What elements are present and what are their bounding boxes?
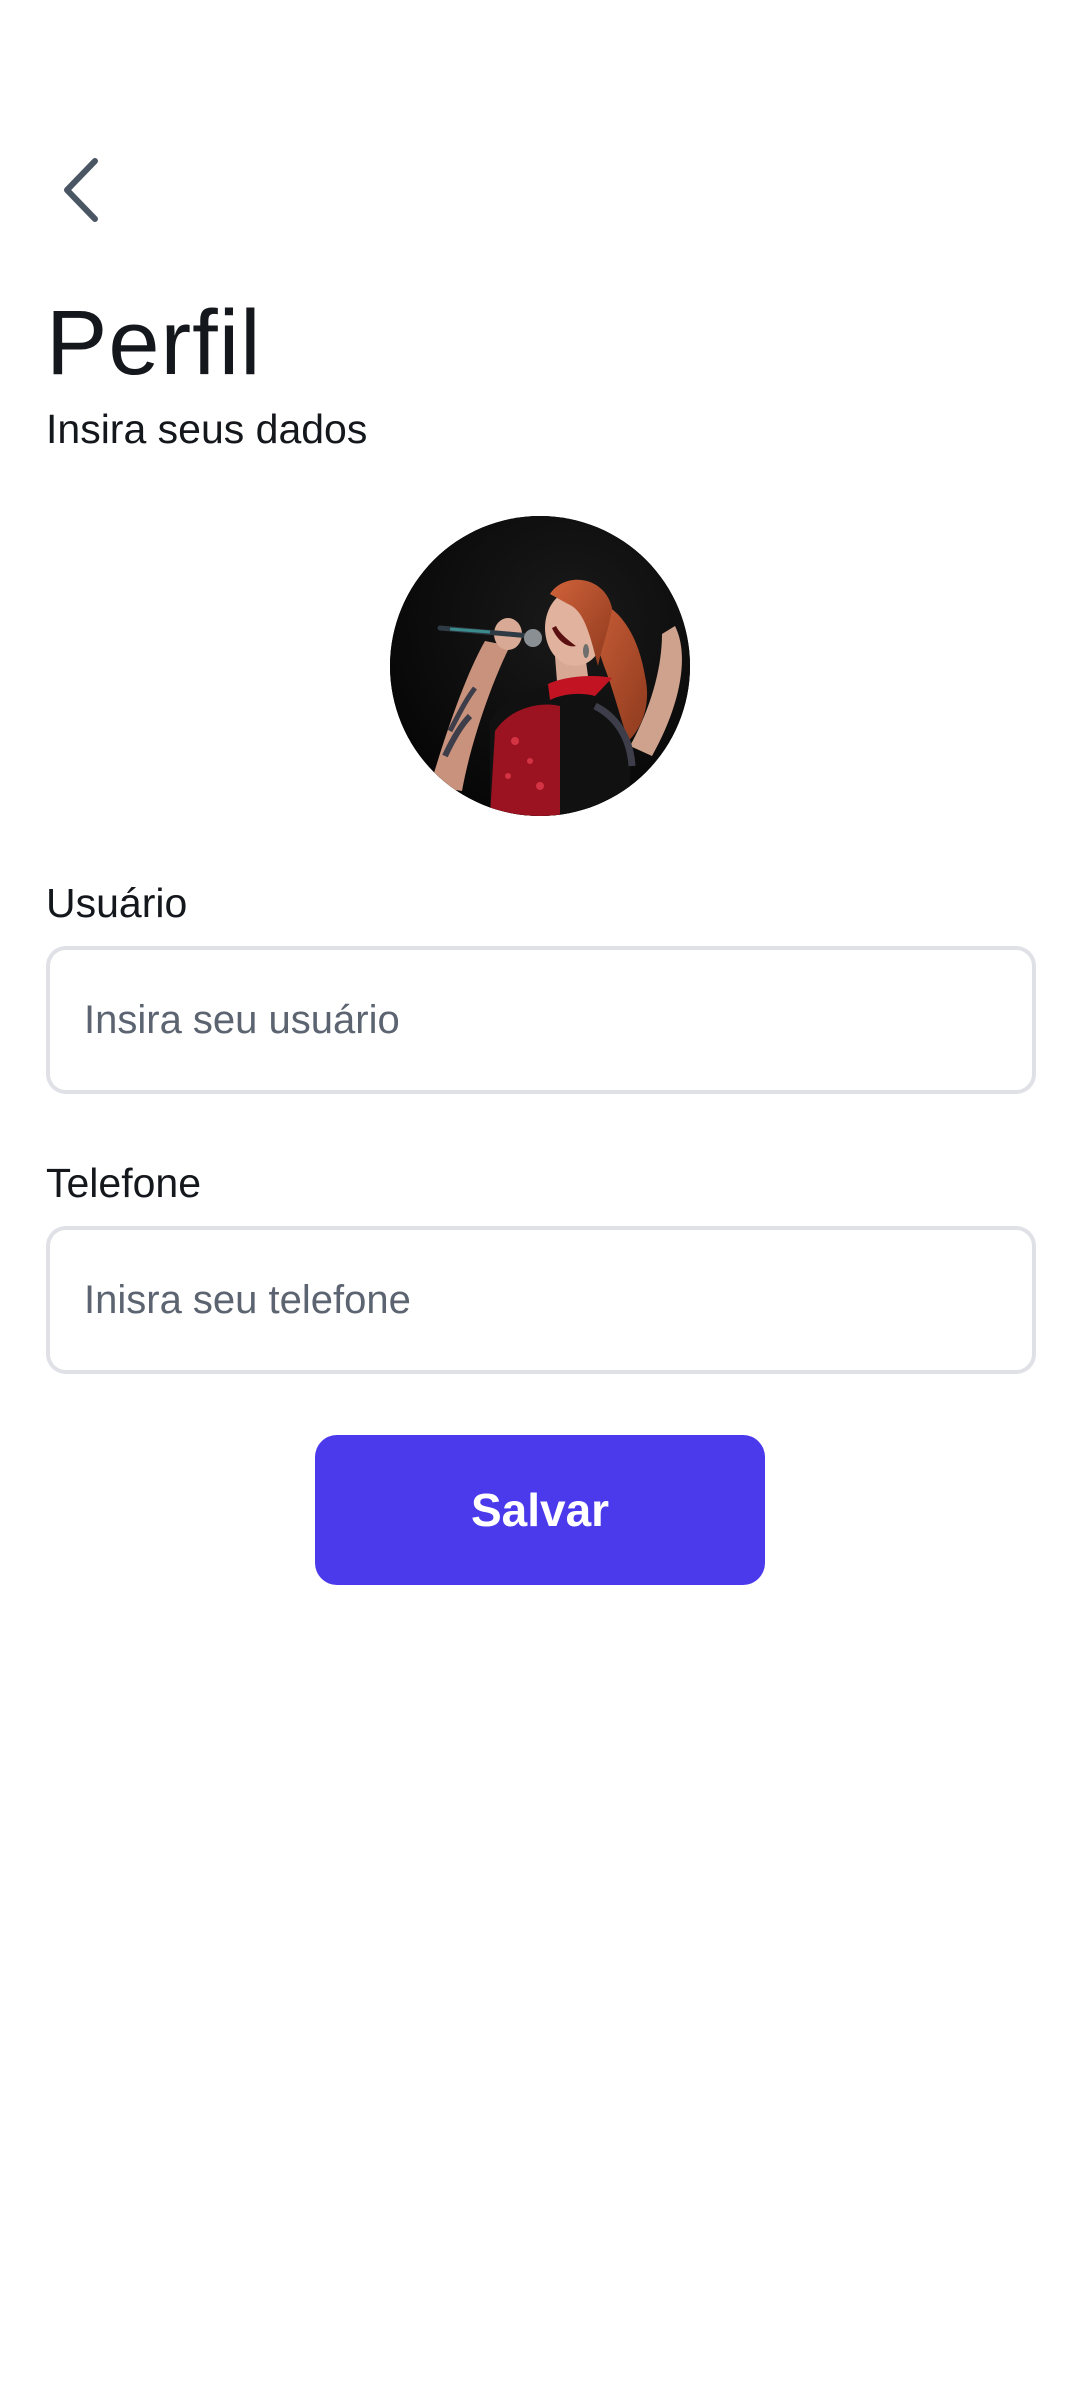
page-title: Perfil (46, 292, 262, 394)
page-subtitle: Insira seus dados (46, 406, 368, 452)
chevron-left-icon (59, 155, 103, 230)
phone-input[interactable] (46, 1226, 1036, 1374)
save-button[interactable]: Salvar (315, 1435, 765, 1585)
username-label: Usuário (46, 880, 188, 926)
back-button[interactable] (46, 152, 116, 232)
username-input[interactable] (46, 946, 1036, 1094)
avatar[interactable] (390, 516, 690, 816)
phone-label: Telefone (46, 1160, 202, 1206)
profile-photo (390, 516, 690, 816)
